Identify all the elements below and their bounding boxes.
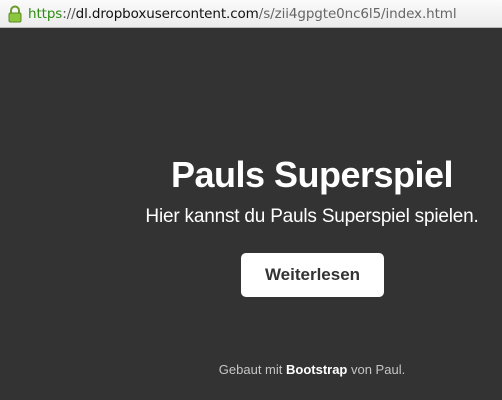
lock-icon — [7, 5, 23, 23]
page-content: Pauls Superspiel Hier kannst du Pauls Su… — [0, 28, 502, 400]
footer-suffix: von Paul. — [347, 362, 406, 377]
footer-text: Gebaut mit Bootstrap von Paul. — [150, 362, 474, 377]
lead-text: Hier kannst du Pauls Superspiel spielen. — [145, 206, 479, 227]
browser-address-bar[interactable]: https://dl.dropboxusercontent.com/s/zii4… — [0, 0, 502, 28]
url-host: dl.dropboxusercontent.com — [75, 5, 259, 22]
url-scheme: https — [28, 5, 63, 22]
footer-prefix: Gebaut mit — [218, 362, 286, 377]
url-text[interactable]: https://dl.dropboxusercontent.com/s/zii4… — [28, 6, 457, 22]
bootstrap-link[interactable]: Bootstrap — [286, 362, 347, 377]
page-title: Pauls Superspiel — [170, 154, 454, 195]
url-path: /s/zii4gpgte0nc6l5/index.html — [258, 5, 457, 22]
read-more-button[interactable]: Weiterlesen — [241, 253, 384, 297]
url-separator: :// — [62, 5, 76, 22]
